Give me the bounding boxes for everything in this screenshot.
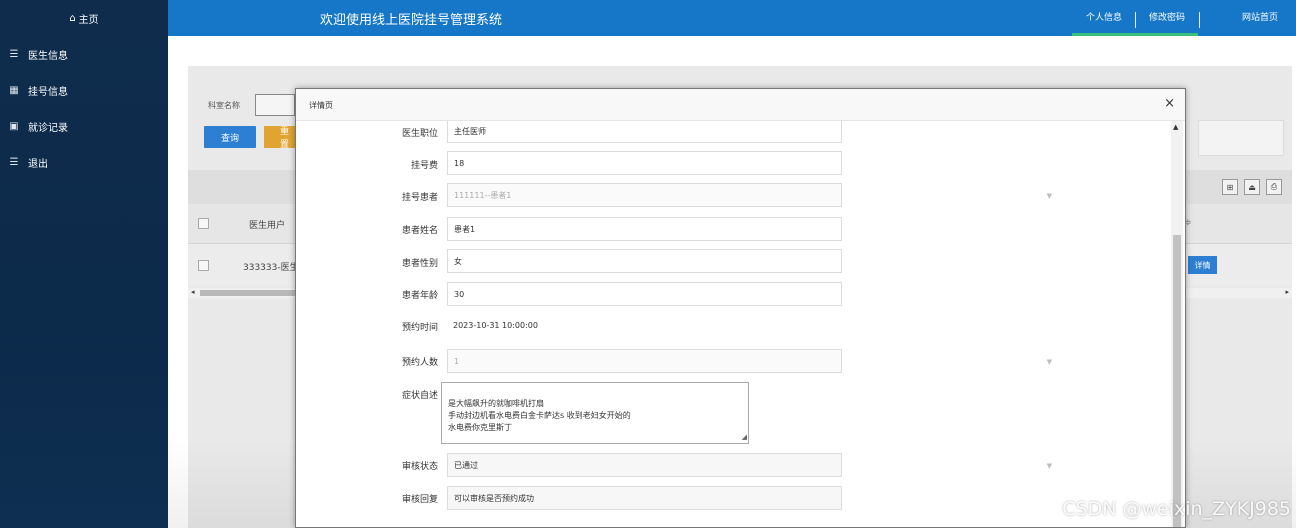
modal-body: 医生职位 主任医师 挂号费 18 挂号患者 111111--患者1 ▼ 患者姓名… [296,121,1170,527]
reset-button[interactable]: 重置 [264,126,296,148]
doctor-title-label: 医生职位 [401,129,438,139]
chevron-down-icon: ▼ [1046,192,1052,200]
patient-gender-label: 患者性别 [401,259,438,269]
sidebar-item-label: 挂号信息 [28,86,68,98]
print-icon[interactable]: ⎙ [1266,179,1282,195]
fee-field[interactable]: 18 [447,151,842,175]
appointment-count-label: 预约人数 [401,358,438,368]
column-header-doctor-user[interactable]: 医生用户 [249,218,285,231]
app-title: 欢迎使用线上医院挂号管理系统 [320,13,503,28]
review-status-select[interactable]: 已通过 [447,453,842,477]
search-panel-right [1198,120,1284,156]
sidebar-home-label: 主页 [78,14,99,26]
patient-label: 挂号患者 [401,193,438,203]
patient-gender-field[interactable]: 女 [447,249,842,273]
scroll-up-icon[interactable]: ▲ [1173,123,1178,131]
sidebar-home[interactable]: ⌂ 主页 [0,0,168,36]
list-icon: ☰ [9,48,19,60]
appointment-time-value: 2023-10-31 10:00:00 [453,321,538,330]
review-status-label: 审核状态 [401,462,438,472]
change-password-link[interactable]: 修改密码 [1136,0,1198,36]
home-icon: ⌂ [69,12,76,24]
patient-select[interactable]: 111111--患者1 [447,183,842,207]
profile-link[interactable]: 个人信息 [1072,0,1136,36]
sidebar-item-doctor-info[interactable]: ☰ 医生信息 [0,36,168,72]
scroll-left-icon[interactable]: ◂ [191,288,195,296]
review-reply-field[interactable]: 可以审核是否预约成功 [447,486,842,510]
export-icon[interactable]: ⏏ [1244,179,1260,195]
doctor-title-field[interactable]: 主任医师 [447,121,842,143]
patient-name-field[interactable]: 患者1 [447,217,842,241]
patient-name-label: 患者姓名 [401,226,438,236]
modal-header: 详情页 × [296,89,1185,121]
site-home-link[interactable]: 网站首页 [1230,0,1290,36]
sidebar-item-logout[interactable]: ☰ 退出 [0,144,168,180]
divider [1199,12,1200,28]
sidebar-item-visit-records[interactable]: ▣ 就诊记录 [0,108,168,144]
fee-label: 挂号费 [410,161,438,171]
department-name-label: 科室名称 [208,101,240,110]
delete-icon[interactable]: ⊞ [1222,179,1238,195]
watermark: CSDN @weixin_ZYKJ985 [1062,498,1291,520]
list-icon: ☰ [9,156,19,168]
resize-grip-icon[interactable]: ◢ [742,431,747,443]
query-button[interactable]: 查询 [204,126,256,148]
appointment-count-select[interactable]: 1 [447,349,842,373]
patient-age-label: 患者年龄 [401,291,438,301]
vertical-scrollbar[interactable]: ▲ [1171,121,1183,527]
top-bar: 欢迎使用线上医院挂号管理系统 个人信息 修改密码 网站首页 [168,0,1296,36]
close-icon[interactable]: × [1164,96,1175,111]
detail-modal: 详情页 × 医生职位 主任医师 挂号费 18 挂号患者 111111--患者1 … [295,88,1186,528]
modal-title: 详情页 [309,101,333,110]
scroll-right-icon[interactable]: ▸ [1285,288,1289,296]
sidebar-item-registration-info[interactable]: ▦ 挂号信息 [0,72,168,108]
department-name-input[interactable] [255,94,295,116]
select-all-checkbox[interactable] [198,218,209,229]
symptoms-textarea[interactable]: 是大幅飙升的就咖啡机打扇 手动封边机看水电费白金卡萨达s 收到老妇女开始的 水电… [441,382,749,444]
patient-age-field[interactable]: 30 [447,282,842,306]
doctor-user-cell: 333333-医生 [243,263,299,273]
chevron-down-icon: ▼ [1046,462,1052,470]
scroll-thumb[interactable] [1173,235,1181,527]
review-reply-label: 审核回复 [401,495,438,505]
chevron-down-icon: ▼ [1046,358,1052,366]
book-icon: ▣ [9,120,19,132]
sidebar-item-label: 就诊记录 [28,122,68,134]
row-checkbox[interactable] [198,260,209,271]
sidebar: ⌂ 主页 ☰ 医生信息 ▦ 挂号信息 ▣ 就诊记录 ☰ 退出 [0,0,168,528]
sidebar-item-label: 退出 [28,158,48,170]
symptoms-label: 症状自述 [401,391,438,401]
scroll-thumb[interactable] [200,290,310,296]
grid-icon: ▦ [9,84,19,96]
appointment-time-label: 预约时间 [401,323,438,333]
sidebar-item-label: 医生信息 [28,50,68,62]
symptoms-text: 是大幅飙升的就咖啡机打扇 手动封边机看水电费白金卡萨达s 收到老妇女开始的 水电… [448,399,631,432]
detail-button[interactable]: 详情 [1188,256,1217,274]
